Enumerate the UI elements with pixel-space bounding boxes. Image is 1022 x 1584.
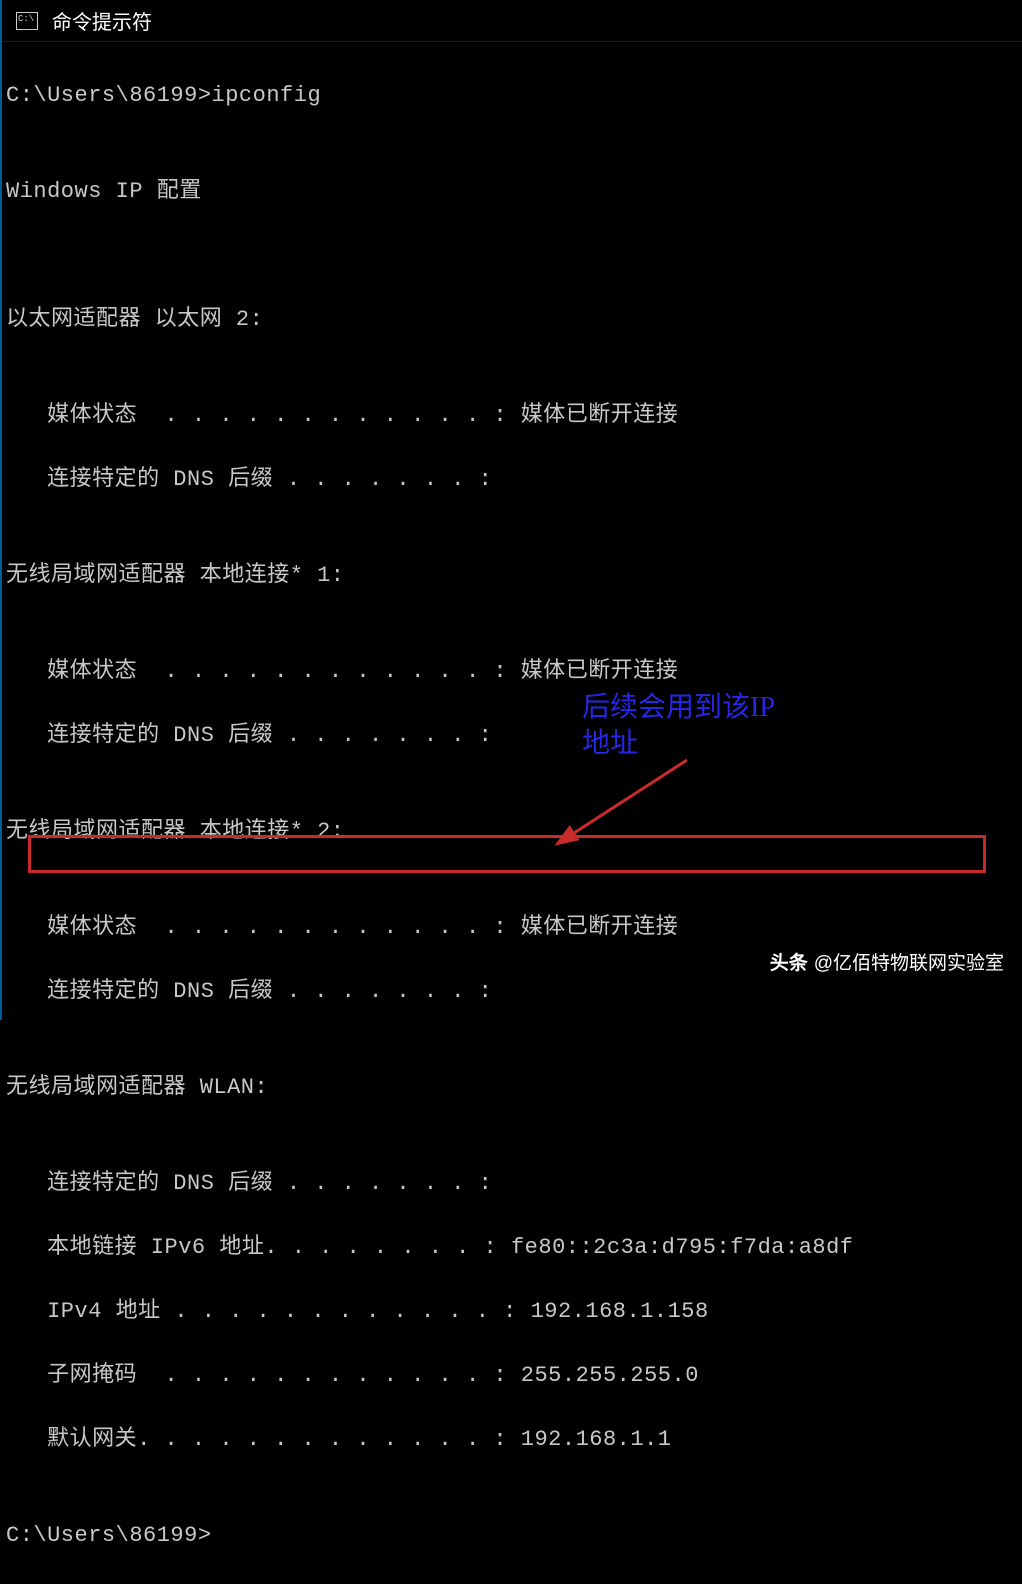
- adapter-title: 无线局域网适配器 本地连接* 1:: [6, 560, 1018, 592]
- prompt-line: C:\Users\86199>ipconfig: [6, 80, 1018, 112]
- subnet-mask: 子网掩码 . . . . . . . . . . . . : 255.255.2…: [6, 1360, 1018, 1392]
- adapter-title: 无线局域网适配器 本地连接* 2:: [6, 816, 1018, 848]
- dns-suffix: 连接特定的 DNS 后缀 . . . . . . . :: [6, 976, 1018, 1008]
- cmd-icon: C:\: [16, 12, 38, 30]
- watermark: 头条 @亿佰特物联网实验室: [770, 948, 1004, 975]
- watermark-brand: 头条: [770, 948, 808, 975]
- media-state: 媒体状态 . . . . . . . . . . . . : 媒体已断开连接: [6, 400, 1018, 432]
- ipv6-address: 本地链接 IPv6 地址. . . . . . . . : fe80::2c3a…: [6, 1232, 1018, 1264]
- adapter-title: 无线局域网适配器 WLAN:: [6, 1072, 1018, 1104]
- window-titlebar: C:\ 命令提示符: [2, 0, 1022, 42]
- ipv4-address: IPv4 地址 . . . . . . . . . . . . : 192.16…: [6, 1296, 1018, 1328]
- ipconfig-header: Windows IP 配置: [6, 176, 1018, 208]
- dns-suffix: 连接特定的 DNS 后缀 . . . . . . . :: [6, 464, 1018, 496]
- terminal-output[interactable]: C:\Users\86199>ipconfig Windows IP 配置 以太…: [2, 42, 1022, 1584]
- dns-suffix: 连接特定的 DNS 后缀 . . . . . . . :: [6, 720, 1018, 752]
- window-title: 命令提示符: [52, 6, 152, 35]
- default-gateway: 默认网关. . . . . . . . . . . . . : 192.168.…: [6, 1424, 1018, 1456]
- adapter-title: 以太网适配器 以太网 2:: [6, 304, 1018, 336]
- media-state: 媒体状态 . . . . . . . . . . . . : 媒体已断开连接: [6, 656, 1018, 688]
- watermark-author: @亿佰特物联网实验室: [814, 948, 1004, 975]
- prompt-line: C:\Users\86199>: [6, 1520, 1018, 1552]
- dns-suffix: 连接特定的 DNS 后缀 . . . . . . . :: [6, 1168, 1018, 1200]
- media-state: 媒体状态 . . . . . . . . . . . . : 媒体已断开连接: [6, 912, 1018, 944]
